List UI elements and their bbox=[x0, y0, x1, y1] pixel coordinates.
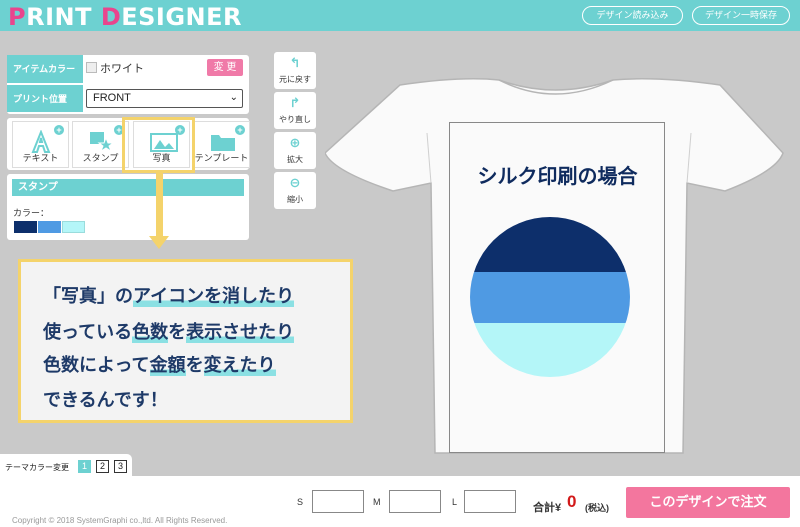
size-s-label: S bbox=[297, 497, 304, 507]
item-color-label: アイテムカラー bbox=[7, 55, 83, 83]
chevron-down-icon: ⌄ bbox=[229, 92, 238, 103]
logo-letter-d: D bbox=[100, 3, 122, 31]
tool-stamp-label: スタンプ bbox=[82, 153, 119, 163]
color-swatch bbox=[14, 221, 37, 233]
plus-icon: + bbox=[54, 125, 64, 135]
copyright: Copyright © 2018 SystemGraphi co.,ltd. A… bbox=[12, 516, 228, 525]
stamp-color-label: カラー： bbox=[13, 208, 50, 218]
order-button[interactable]: このデザインで注文 bbox=[626, 487, 790, 518]
print-text[interactable]: シルク印刷の場合 bbox=[455, 160, 660, 189]
theme-color-label: テーマカラー変更 bbox=[5, 463, 69, 472]
callout-line-1: 「写真」のアイコンを消したり bbox=[43, 282, 295, 308]
print-position-select[interactable]: FRONT ⌄ bbox=[86, 89, 243, 108]
callout-text-highlight: アイコンを消したり bbox=[133, 286, 295, 307]
stamp-panel-title: スタンプ bbox=[12, 179, 244, 196]
color-swatch bbox=[62, 221, 85, 233]
theme-option-3[interactable]: 3 bbox=[114, 460, 127, 473]
callout-text-highlight: 色数 bbox=[132, 322, 169, 343]
print-position-label: プリント位置 bbox=[7, 84, 83, 112]
tool-stamp[interactable]: + スタンプ bbox=[72, 121, 129, 168]
zoom-in-button[interactable]: ⊕ 拡大 bbox=[274, 132, 316, 169]
item-color-value: ホワイト bbox=[100, 63, 144, 75]
callout-arrow-head bbox=[149, 236, 169, 249]
zoom-in-label: 拡大 bbox=[287, 155, 303, 164]
print-position-value: FRONT bbox=[93, 92, 131, 104]
callout-arrow bbox=[156, 173, 163, 237]
tax-label: (税込) bbox=[585, 503, 609, 513]
zoom-out-button[interactable]: ⊖ 縮小 bbox=[274, 172, 316, 209]
plus-icon: + bbox=[235, 125, 245, 135]
redo-icon: ↱ bbox=[289, 95, 301, 110]
undo-icon: ↰ bbox=[289, 55, 301, 70]
logo-letter-p: P bbox=[8, 3, 27, 31]
size-l-input[interactable] bbox=[464, 490, 516, 513]
photo-tool-highlight bbox=[122, 117, 195, 173]
undo-button[interactable]: ↰ 元に戻す bbox=[274, 52, 316, 89]
tool-text-label: テキスト bbox=[22, 153, 59, 163]
zoom-out-icon: ⊖ bbox=[289, 175, 301, 190]
theme-option-2[interactable]: 2 bbox=[96, 460, 109, 473]
callout-text-highlight: 変えたり bbox=[203, 355, 276, 376]
item-color-checkbox[interactable] bbox=[86, 62, 97, 73]
logo: PRINT DESIGNER bbox=[8, 3, 242, 31]
callout-text-highlight: 金額 bbox=[149, 355, 186, 376]
color-swatch bbox=[38, 221, 61, 233]
save-design-button[interactable]: デザイン一時保存 bbox=[692, 6, 790, 25]
callout-text-highlight: 表示させたり bbox=[186, 322, 295, 343]
tool-text[interactable]: + テキスト bbox=[12, 121, 69, 168]
tool-template-label: テンプレート bbox=[194, 153, 249, 163]
theme-color-selector: テーマカラー変更 1 2 3 bbox=[0, 454, 132, 478]
redo-label: やり直し bbox=[279, 115, 311, 124]
theme-option-1[interactable]: 1 bbox=[78, 460, 91, 473]
zoom-in-icon: ⊕ bbox=[289, 135, 301, 150]
size-m-input[interactable] bbox=[389, 490, 441, 513]
callout-text: 色数によって bbox=[43, 355, 150, 376]
total-price: 0 bbox=[567, 492, 577, 511]
logo-text-rint: RINT bbox=[26, 3, 101, 31]
callout-text: を bbox=[185, 355, 204, 376]
load-design-button[interactable]: デザイン読み込み bbox=[582, 6, 683, 25]
zoom-out-label: 縮小 bbox=[287, 195, 303, 204]
header-bar: PRINT DESIGNER デザイン読み込み デザイン一時保存 bbox=[0, 0, 800, 31]
total-currency: ¥ bbox=[555, 502, 562, 514]
callout-line-4: できるんです！ bbox=[43, 390, 168, 411]
callout-line-2: 使っている色数を表示させたり bbox=[43, 318, 295, 344]
redo-button[interactable]: ↱ やり直し bbox=[274, 92, 316, 129]
callout-text: 使っている bbox=[43, 322, 133, 343]
stamp-panel: スタンプ カラー： bbox=[7, 174, 249, 240]
callout-line-3: 色数によって金額を変えたり bbox=[43, 351, 276, 377]
total-label-text: 合計 bbox=[533, 502, 555, 514]
undo-label: 元に戻す bbox=[279, 75, 311, 84]
change-color-button[interactable]: 変 更 bbox=[207, 59, 243, 76]
total-label: 合計¥ bbox=[533, 499, 561, 515]
logo-text-esigner: ESIGNER bbox=[121, 3, 243, 31]
callout-text: 「写真」の bbox=[43, 286, 133, 307]
size-m-label: M bbox=[373, 497, 381, 507]
explanation-callout: 「写真」のアイコンを消したり 使っている色数を表示させたり 色数によって金額を変… bbox=[18, 259, 353, 423]
callout-text: を bbox=[168, 322, 187, 343]
size-l-label: L bbox=[452, 497, 458, 507]
size-s-input[interactable] bbox=[312, 490, 364, 513]
tool-template[interactable]: + テンプレート bbox=[193, 121, 250, 168]
